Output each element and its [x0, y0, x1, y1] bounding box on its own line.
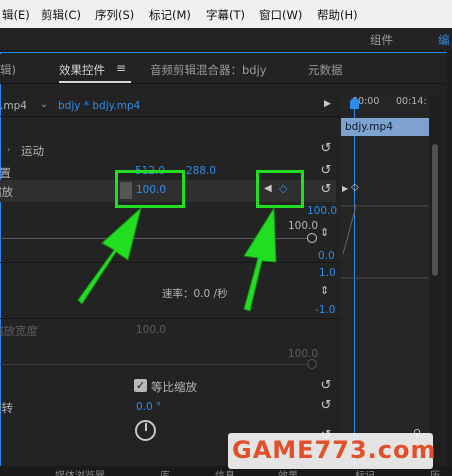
tab-library[interactable]: 库 — [160, 467, 170, 476]
watermark-text: GAME773.com — [232, 436, 437, 464]
app-window: 辑(E) 剪辑(C) 序列(S) 标记(M) 字幕(T) 窗口(W) 帮助(H)… — [0, 0, 452, 476]
tab-media-browser[interactable]: 媒体浏览器 — [55, 467, 105, 476]
annotation-arrow-right — [243, 206, 277, 312]
annotation-arrow-left — [77, 206, 142, 305]
watermark-logo: GAME773.com — [228, 433, 436, 469]
annotation-arrows — [77, 206, 277, 312]
